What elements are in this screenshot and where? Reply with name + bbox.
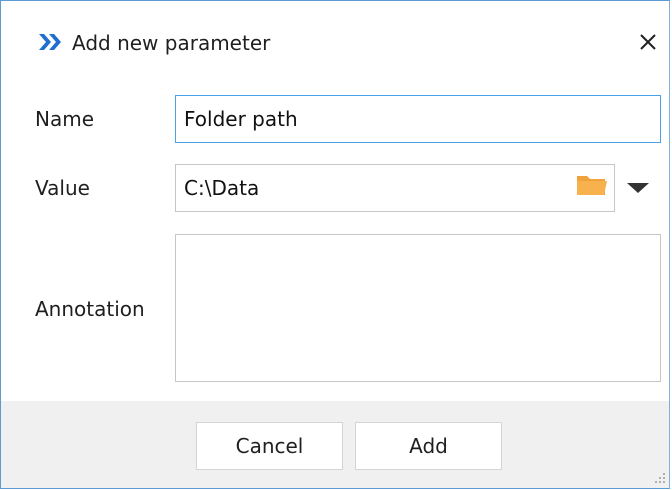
value-dropdown-button[interactable] (625, 180, 651, 194)
app-chevron-icon (38, 32, 62, 52)
annotation-label: Annotation (35, 297, 145, 321)
cancel-button[interactable]: Cancel (196, 422, 343, 470)
add-parameter-dialog: Add new parameter Name Value (0, 0, 670, 489)
folder-icon (575, 176, 609, 203)
resize-grip[interactable] (651, 469, 667, 485)
name-label: Name (35, 107, 95, 131)
dialog-title: Add new parameter (72, 31, 271, 55)
annotation-field[interactable] (175, 234, 661, 382)
dialog-footer: Cancel Add (1, 401, 669, 488)
close-button[interactable] (633, 27, 663, 57)
chevron-down-icon (625, 180, 651, 199)
add-button[interactable]: Add (355, 422, 502, 470)
close-icon (633, 34, 663, 61)
value-label: Value (35, 176, 90, 200)
value-field[interactable] (175, 164, 615, 212)
dialog-titlebar: Add new parameter (1, 1, 669, 83)
resize-grip-icon (651, 470, 667, 488)
name-field[interactable] (175, 95, 661, 143)
folder-browse-button[interactable] (575, 171, 609, 199)
